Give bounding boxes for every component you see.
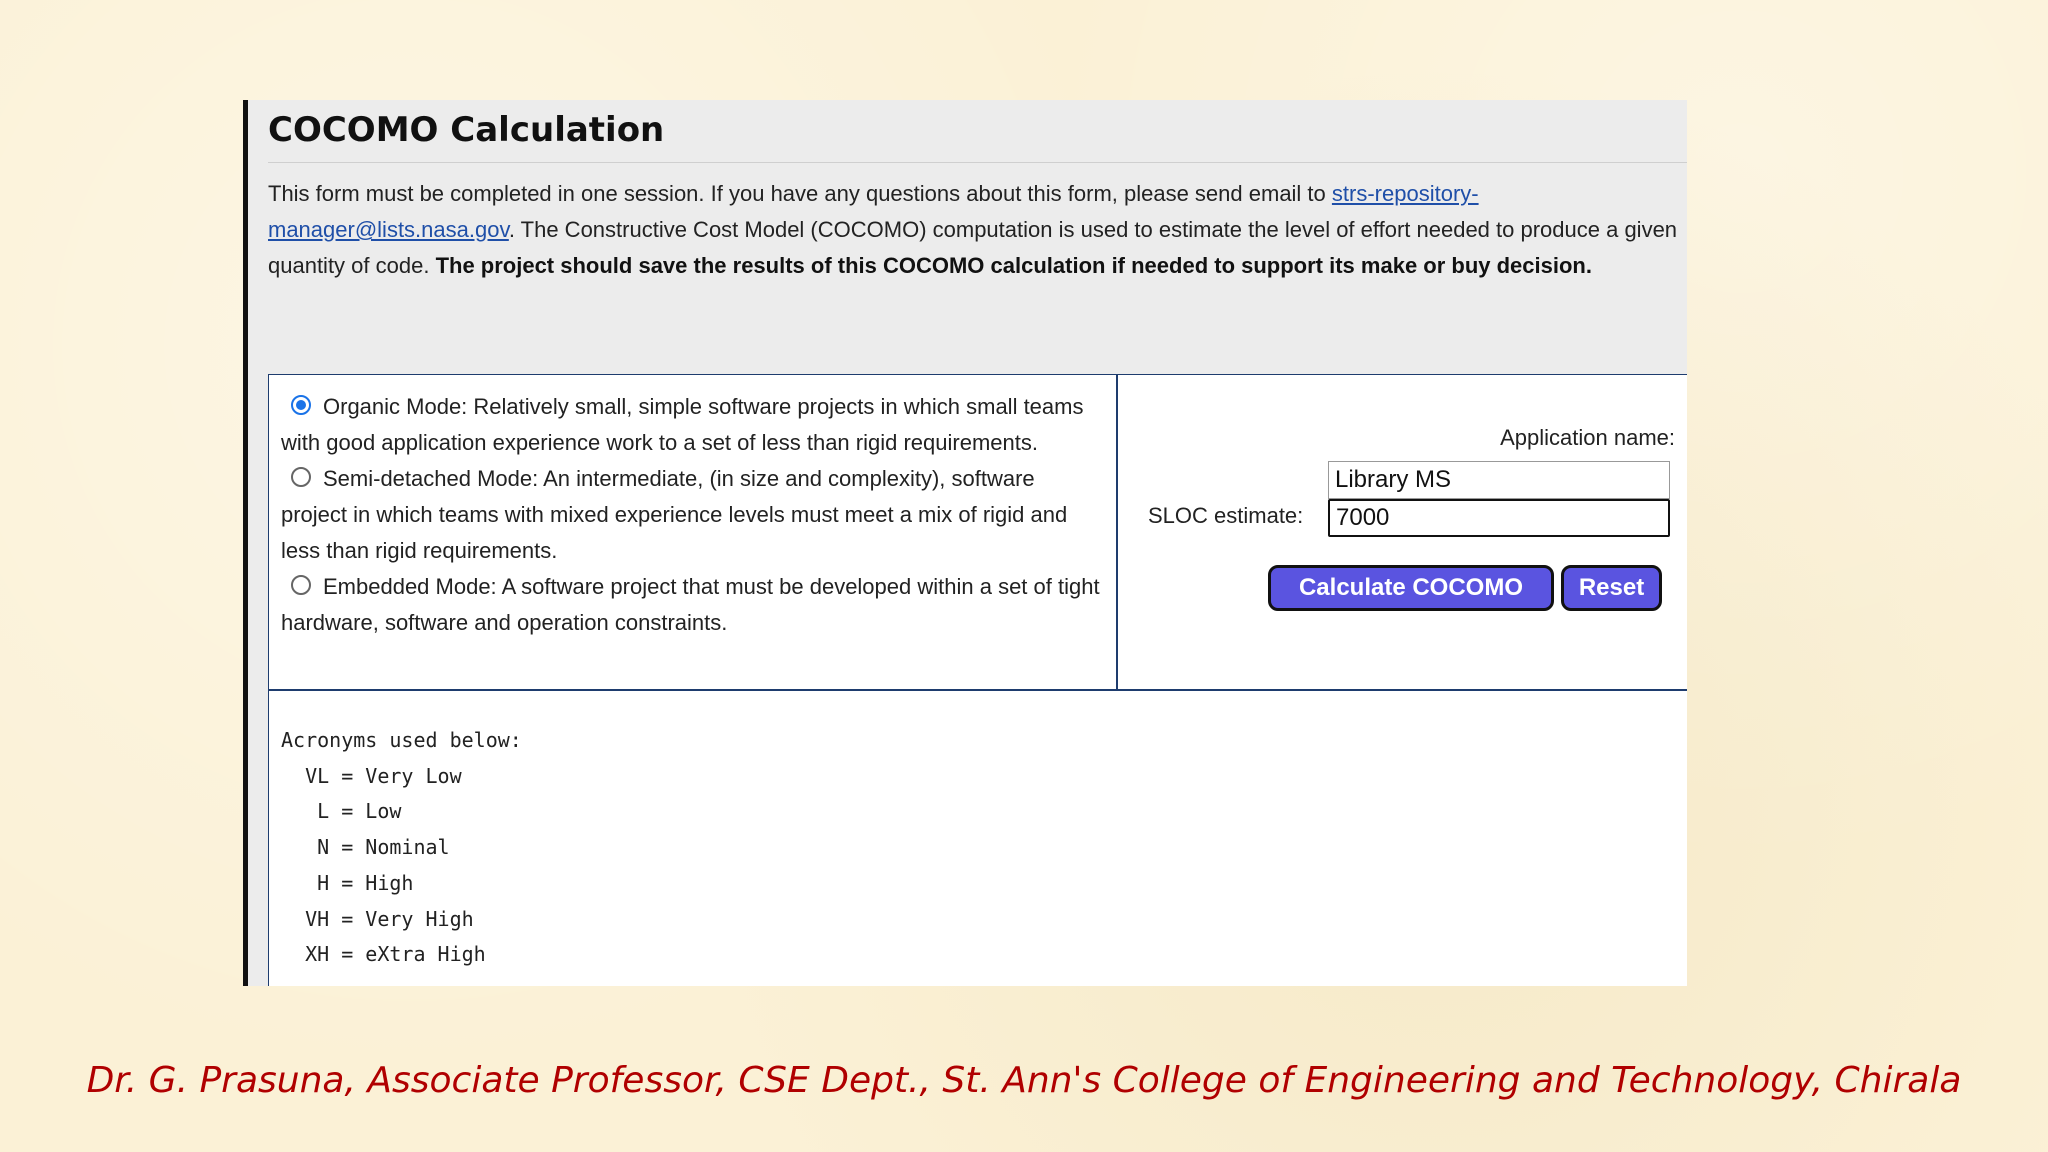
intro-text: This form must be completed in one sessi…	[268, 176, 1678, 284]
intro-part-1: This form must be completed in one sessi…	[268, 181, 1332, 206]
acronym-item: N = Nominal	[281, 835, 450, 860]
acronyms-list: Acronyms used below: VL = Very Low L = L…	[281, 723, 522, 973]
inputs-pane: Application name: SLOC estimate: Calcula…	[1118, 375, 1687, 691]
mode-option-semi-detached[interactable]: Semi-detached Mode: An intermediate, (in…	[281, 461, 1102, 569]
slide-footer-credit: Dr. G. Prasuna, Associate Professor, CSE…	[86, 1060, 1962, 1101]
mode-option-organic[interactable]: Organic Mode: Relatively small, simple s…	[281, 389, 1102, 461]
acronym-item: XH = eXtra High	[281, 942, 486, 967]
mode-options: Organic Mode: Relatively small, simple s…	[269, 375, 1118, 691]
form-area: Organic Mode: Relatively small, simple s…	[268, 374, 1687, 986]
acronyms-heading: Acronyms used below:	[281, 728, 522, 752]
acronym-item: L = Low	[281, 799, 402, 824]
sloc-estimate-label: SLOC estimate:	[1148, 503, 1304, 528]
title-divider	[268, 162, 1687, 163]
sloc-estimate-input[interactable]	[1328, 499, 1670, 537]
semi-detached-mode-radio[interactable]	[291, 467, 311, 487]
acronym-item: VL = Very Low	[281, 763, 462, 788]
embedded-mode-label: Embedded Mode: A software project that m…	[281, 574, 1100, 635]
acronym-item: H = High	[281, 870, 414, 895]
application-name-label: Application name:	[1500, 425, 1675, 450]
semi-detached-mode-label: Semi-detached Mode: An intermediate, (in…	[281, 466, 1068, 563]
reset-button[interactable]: Reset	[1561, 565, 1662, 611]
application-name-input[interactable]	[1328, 461, 1670, 499]
acronym-item: VH = Very High	[281, 906, 474, 931]
calculate-cocomo-button[interactable]: Calculate COCOMO	[1268, 565, 1554, 611]
mode-option-embedded[interactable]: Embedded Mode: A software project that m…	[281, 569, 1102, 641]
organic-mode-radio[interactable]	[291, 395, 311, 415]
cocomo-form-panel: COCOMO Calculation This form must be com…	[243, 100, 1687, 986]
page-title: COCOMO Calculation	[268, 110, 665, 150]
organic-mode-label: Organic Mode: Relatively small, simple s…	[281, 394, 1084, 455]
intro-bold-note: The project should save the results of t…	[435, 253, 1592, 278]
embedded-mode-radio[interactable]	[291, 575, 311, 595]
